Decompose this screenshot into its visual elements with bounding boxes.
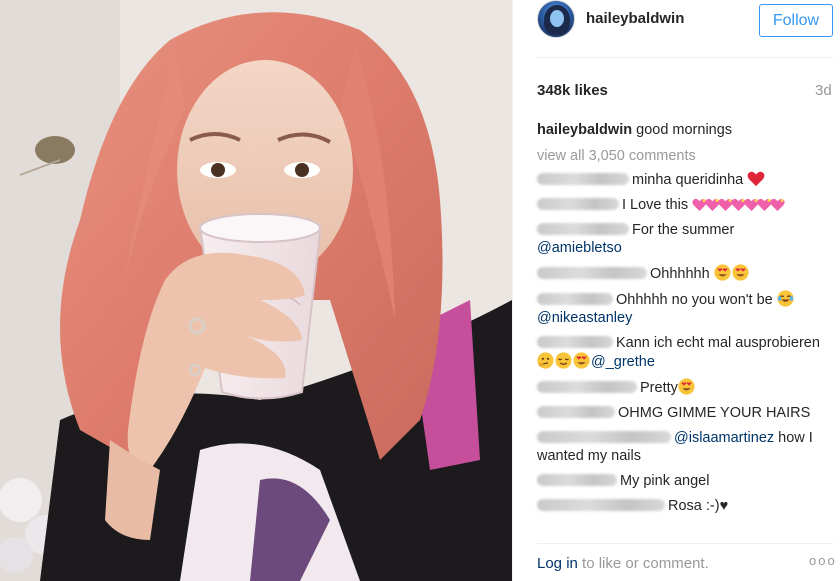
avatar-face <box>550 10 564 27</box>
comment-mention[interactable]: @nikeastanley <box>537 310 632 326</box>
comment-text: minha queridinha <box>632 172 748 188</box>
comment-item: My pink angel <box>537 472 833 490</box>
comment-item: OHMG GIMME YOUR HAIRS <box>537 404 833 422</box>
comment-text: Ohhhhh no you won't be <box>616 292 777 308</box>
comment-mention[interactable]: @amiebletso <box>537 240 622 256</box>
post-username[interactable]: haileybaldwin <box>586 10 684 27</box>
heart-eyes-icon <box>714 264 750 282</box>
comment-item: I Love this <box>537 196 833 214</box>
comment-username-blurred[interactable] <box>537 223 629 235</box>
thinking-relieved-icons <box>537 352 591 370</box>
comment-text: Kann ich echt mal ausprobieren <box>616 335 820 351</box>
comment-username-blurred[interactable] <box>537 267 647 279</box>
follow-button[interactable]: Follow <box>759 4 833 37</box>
comment-text: My pink angel <box>620 473 710 489</box>
comment-item: Rosa :-)♥ <box>537 497 833 515</box>
comment-text: For the summer <box>632 222 735 238</box>
comments-list: haileybaldwin good mornings view all 3,0… <box>537 121 833 522</box>
comment-text: OHMG GIMME YOUR HAIRS <box>618 405 811 421</box>
comment-item: Ohhhhh no you won't be @nikeastanley <box>537 290 833 327</box>
comment-mention[interactable]: @islaamartinez <box>674 430 774 446</box>
comment-username-blurred[interactable] <box>537 474 617 486</box>
footer-divider <box>537 543 833 544</box>
avatar[interactable] <box>537 0 575 38</box>
post-timestamp[interactable]: 3d <box>815 82 832 99</box>
comment-text: Ohhhhhh <box>650 266 714 282</box>
comment-item: Pretty <box>537 378 833 397</box>
login-prompt: Log in to like or comment. <box>537 555 709 572</box>
caption-username[interactable]: haileybaldwin <box>537 122 632 138</box>
comment-item: For the summer @amiebletso <box>537 221 833 257</box>
more-options-icon[interactable]: ooo <box>809 553 837 568</box>
heart-eyes-icon <box>678 378 695 395</box>
post-photo[interactable] <box>0 0 512 581</box>
selfie-illustration <box>0 0 512 581</box>
post-caption: haileybaldwin good mornings <box>537 121 833 139</box>
login-link[interactable]: Log in <box>537 555 578 572</box>
red-heart-icon <box>747 171 765 187</box>
comment-text: Pretty <box>640 380 678 396</box>
comment-username-blurred[interactable] <box>537 198 619 210</box>
comment-item: minha queridinha <box>537 171 833 189</box>
header-divider <box>537 57 833 58</box>
comment-text: Rosa :-)♥ <box>668 498 729 514</box>
tears-of-joy-icon <box>777 290 794 307</box>
comment-username-blurred[interactable] <box>537 406 615 418</box>
sparkling-hearts-icon <box>692 197 785 213</box>
likes-count[interactable]: 348k likes <box>537 82 608 99</box>
comment-username-blurred[interactable] <box>537 499 665 511</box>
comment-username-blurred[interactable] <box>537 431 671 443</box>
comment-username-blurred[interactable] <box>537 293 613 305</box>
post-details-panel: haileybaldwin Follow 348k likes 3d haile… <box>512 0 840 581</box>
view-all-comments-link[interactable]: view all 3,050 comments <box>537 147 833 165</box>
comment-username-blurred[interactable] <box>537 381 637 393</box>
comment-username-blurred[interactable] <box>537 336 613 348</box>
comment-mention[interactable]: @_grethe <box>591 354 655 370</box>
post-header: haileybaldwin Follow <box>513 0 840 42</box>
comment-text: I Love this <box>622 197 693 213</box>
caption-text: good mornings <box>636 122 733 138</box>
comment-username-blurred[interactable] <box>537 173 629 185</box>
comment-item: Kann ich echt mal ausprobieren @_grethe <box>537 334 833 371</box>
comment-item: @islaamartinez how I wanted my nails <box>537 429 833 465</box>
comment-item: Ohhhhhh <box>537 264 833 283</box>
login-prompt-text: to like or comment. <box>577 555 709 572</box>
